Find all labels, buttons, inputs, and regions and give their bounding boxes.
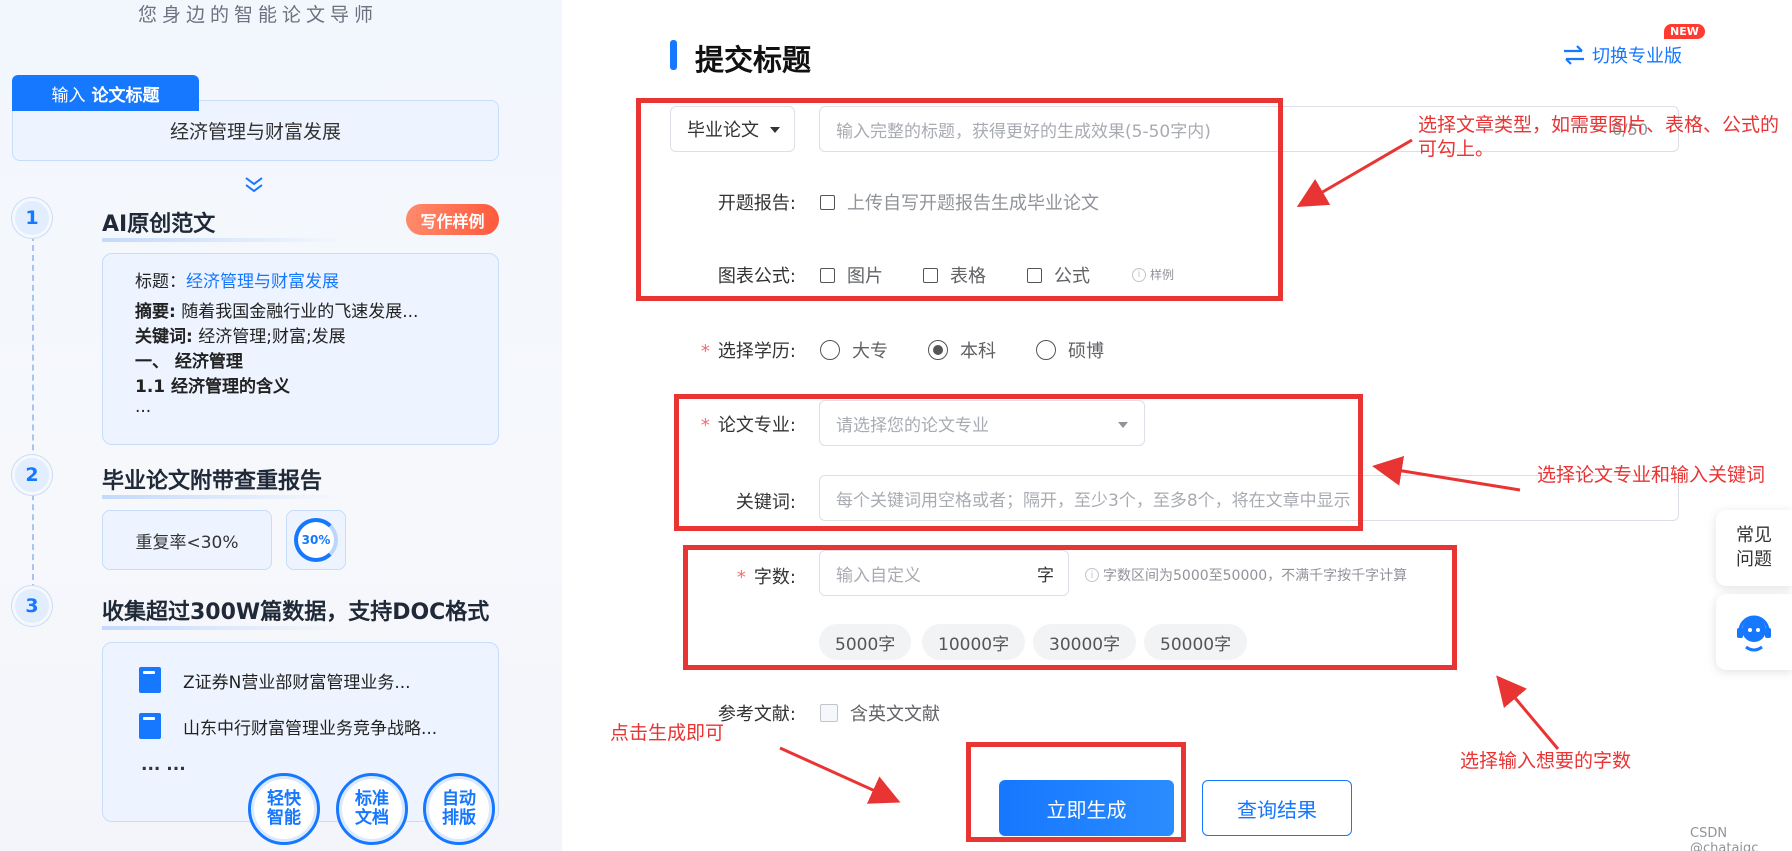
writing-sample-badge[interactable]: 写作样例 xyxy=(406,204,499,235)
education-radio-junior[interactable]: 大专 xyxy=(820,337,888,363)
sample-heading-1-text: 一、 经济管理 xyxy=(135,352,243,372)
education-radio-bachelor[interactable]: 本科 xyxy=(928,337,996,363)
sample-abstract-value: 随着我国金融行业的飞速发展... xyxy=(175,302,419,322)
sample-keywords-line: 关键词: 经济管理;财富;发展 xyxy=(135,325,466,350)
annotation-box-words xyxy=(683,545,1457,670)
chevron-down-icon xyxy=(245,177,263,193)
refs-option-label: 含英文文献 xyxy=(850,704,940,725)
doc-more-ellipsis: ... ... xyxy=(141,755,186,775)
customer-service-button[interactable] xyxy=(1716,594,1792,670)
sample-ellipsis: ... xyxy=(135,397,152,417)
new-badge: NEW xyxy=(1664,24,1705,39)
checkbox-icon xyxy=(820,704,838,722)
faq-button[interactable]: 常见 问题 xyxy=(1716,510,1792,586)
left-promo-panel: 您身边的智能论文导师 经济管理与财富发展 输入 论文标题 1 AI原创范文 写作… xyxy=(0,0,562,851)
step-1-title: AI原创范文 xyxy=(102,206,343,242)
step-3-title: 收集超过300W篇数据，支持DOC格式 xyxy=(102,594,489,630)
book-icon xyxy=(139,667,161,693)
sample-heading-2: 1.1 经济管理的含义 xyxy=(135,375,466,400)
sample-abstract-label: 摘要: xyxy=(135,302,176,322)
annotation-box-generate xyxy=(966,742,1186,842)
sample-heading-1: 一、 经济管理 xyxy=(135,350,466,375)
sample-keywords-value: 经济管理;财富;发展 xyxy=(192,327,346,347)
tagline: 您身边的智能论文导师 xyxy=(138,4,379,26)
csdn-watermark: CSDN @chataigc xyxy=(1690,826,1759,851)
education-option-label: 硕博 xyxy=(1068,341,1104,362)
sample-title-label: 标题： xyxy=(135,272,186,292)
similarity-rate-box: 重复率<30% xyxy=(102,510,272,570)
doc-item: Z证券N营业部财富管理业务... xyxy=(139,667,411,693)
education-option-label: 大专 xyxy=(852,341,888,362)
annotation-text-type: 选择文章类型，如需要图片、表格、公式的可勾上。 xyxy=(1418,114,1780,160)
input-tab-prefix: 输入 xyxy=(51,85,86,106)
doc-item-label: Z证券N营业部财富管理业务... xyxy=(183,672,411,693)
input-tab-bold: 论文标题 xyxy=(91,85,160,106)
sample-keywords-label: 关键词: xyxy=(135,327,193,347)
feature-auto-layout: 自动 排版 xyxy=(423,773,495,845)
refs-checkbox[interactable]: 含英文文献 xyxy=(820,700,940,726)
doc-item-label: 山东中行财富管理业务竞争战略... xyxy=(183,718,438,739)
step-2-title: 毕业论文附带查重报告 xyxy=(102,463,343,499)
radio-icon xyxy=(820,340,840,360)
similarity-ring-icon: 30% xyxy=(294,518,338,562)
annotation-text-generate: 点击生成即可 xyxy=(610,722,725,744)
annotation-text-words: 选择输入想要的字数 xyxy=(1460,750,1632,772)
book-icon xyxy=(139,713,161,739)
arrow-to-words-box xyxy=(1496,675,1560,750)
required-star: * xyxy=(700,341,710,362)
query-result-button[interactable]: 查询结果 xyxy=(1202,780,1352,836)
sample-abstract-line: 摘要: 随着我国金融行业的飞速发展... xyxy=(135,300,466,325)
annotation-box-major xyxy=(674,394,1363,531)
faq-label: 常见 问题 xyxy=(1736,525,1772,570)
radio-checked-icon xyxy=(928,340,948,360)
swap-icon xyxy=(1564,45,1584,65)
annotation-box-type xyxy=(636,98,1283,301)
education-label: * 选择学历: xyxy=(650,337,796,363)
sample-paper-card: 标题：经济管理与财富发展 摘要: 随着我国金融行业的飞速发展... 关键词: 经… xyxy=(102,253,499,445)
sample-heading-2-text: 1.1 经济管理的含义 xyxy=(135,377,291,397)
education-label-text: 选择学历: xyxy=(717,341,796,362)
steps-connector xyxy=(32,235,34,600)
education-option-label: 本科 xyxy=(960,341,996,362)
customer-service-icon xyxy=(1737,615,1771,652)
input-title-tab: 输入 论文标题 xyxy=(12,75,199,111)
doc-item: 山东中行财富管理业务竞争战略... xyxy=(139,713,437,739)
feature-light-smart: 轻快 智能 xyxy=(248,773,320,845)
arrow-to-generate-box xyxy=(779,746,901,804)
feature-standard-doc: 标准 文档 xyxy=(336,773,408,845)
annotation-text-major: 选择论文专业和输入关键词 xyxy=(1537,464,1766,486)
step-2-number: 2 xyxy=(12,455,52,495)
switch-pro-label: 切换专业版 xyxy=(1592,46,1682,67)
similarity-ring-box: 30% xyxy=(286,510,346,570)
radio-icon xyxy=(1036,340,1056,360)
section-title: 提交标题 xyxy=(695,43,812,77)
section-accent-bar xyxy=(670,40,677,70)
switch-pro-button[interactable]: 切换专业版 xyxy=(1562,42,1682,68)
sample-title-value: 经济管理与财富发展 xyxy=(186,272,339,292)
sample-title-line: 标题：经济管理与财富发展 xyxy=(135,270,466,295)
step-3-number: 3 xyxy=(12,586,52,626)
step-1-number: 1 xyxy=(12,198,52,238)
education-radio-graduate[interactable]: 硕博 xyxy=(1036,337,1104,363)
